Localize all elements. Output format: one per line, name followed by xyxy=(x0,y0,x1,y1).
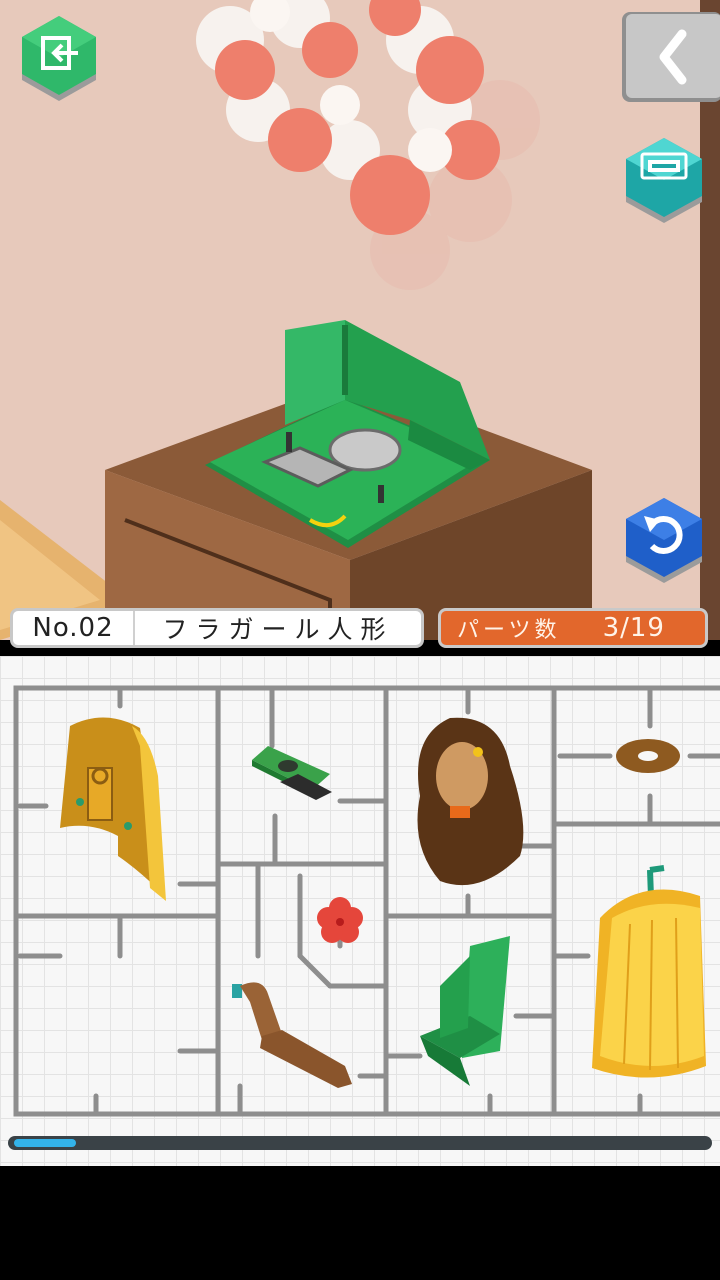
progress-fill xyxy=(14,1139,76,1147)
hibiscus-flower-part[interactable] xyxy=(317,897,363,943)
hint-button[interactable] xyxy=(622,134,706,226)
info-bar: No.02 フラガール人形 パーツ数 3/19 xyxy=(0,600,720,656)
parts-label: パーツ数 xyxy=(457,618,561,643)
skirt-part[interactable] xyxy=(592,865,706,1078)
exit-button[interactable] xyxy=(18,14,100,104)
scene-illustration xyxy=(0,0,720,640)
back-button[interactable] xyxy=(620,10,720,104)
runner-frame xyxy=(13,685,720,1117)
progress-bar xyxy=(8,1136,712,1150)
rotate-icon xyxy=(626,498,702,583)
hair-part[interactable] xyxy=(417,717,524,886)
parts-count: 3/19 xyxy=(602,613,665,643)
letterbox-bottom xyxy=(0,1166,720,1280)
parts-tray xyxy=(0,656,720,1166)
green-frame-part[interactable] xyxy=(420,936,510,1086)
shell-part[interactable] xyxy=(60,717,166,901)
model-number: No.02 xyxy=(32,613,114,643)
rotate-button[interactable] xyxy=(622,494,706,586)
model-name-plate: No.02 フラガール人形 xyxy=(10,608,424,648)
ring-part[interactable] xyxy=(616,739,680,773)
arm-part[interactable] xyxy=(232,982,352,1088)
parts-counter: パーツ数 3/19 xyxy=(438,608,708,648)
game-scene xyxy=(0,0,720,640)
circuit-board-part[interactable] xyxy=(252,746,332,800)
exit-icon xyxy=(22,16,96,101)
chevron-left-icon xyxy=(622,12,720,102)
hint-icon xyxy=(626,138,702,223)
model-name: フラガール人形 xyxy=(162,615,394,644)
